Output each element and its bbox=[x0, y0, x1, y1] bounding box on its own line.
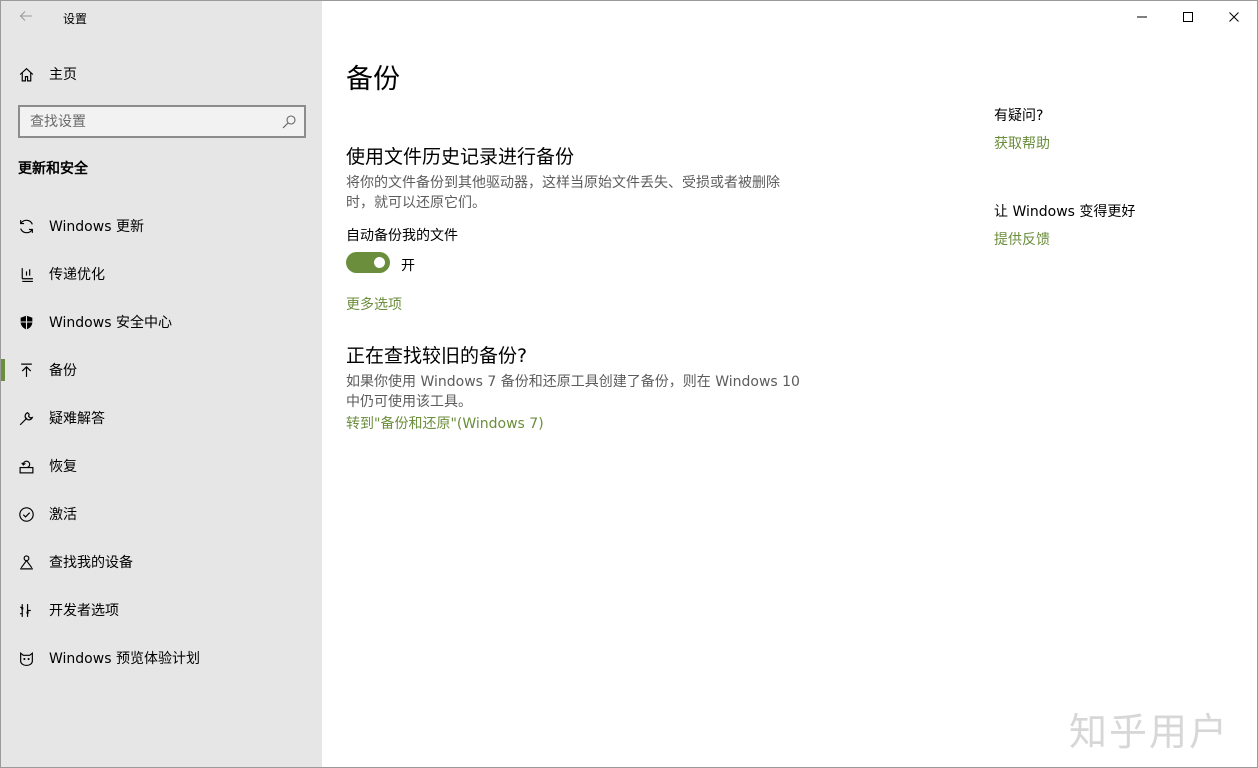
sidebar-item-label: Windows 更新 bbox=[49, 219, 144, 235]
sidebar-item-find-my-device[interactable]: 查找我的设备 bbox=[1, 541, 322, 583]
sidebar-item-activation[interactable]: 激活 bbox=[1, 493, 322, 535]
more-options-link[interactable]: 更多选项 bbox=[346, 294, 402, 314]
find-device-icon bbox=[1, 554, 49, 571]
sidebar-item-label: 传递优化 bbox=[49, 267, 105, 283]
file-history-description: 将你的文件备份到其他驱动器，这样当原始文件丢失、受损或者被删除时，就可以还原它们… bbox=[346, 175, 780, 211]
file-history-heading: 使用文件历史记录进行备份 bbox=[346, 146, 575, 168]
section-heading: 更新和安全 bbox=[18, 161, 88, 177]
older-backup-heading: 正在查找较旧的备份? bbox=[346, 345, 528, 367]
sidebar-item-label: 查找我的设备 bbox=[49, 555, 133, 571]
auto-backup-label: 自动备份我的文件 bbox=[346, 228, 458, 244]
auto-backup-toggle[interactable] bbox=[346, 252, 390, 273]
page-title: 备份 bbox=[346, 64, 400, 95]
give-feedback-link[interactable]: 提供反馈 bbox=[994, 229, 1050, 249]
back-arrow-icon bbox=[19, 11, 32, 21]
get-help-link[interactable]: 获取帮助 bbox=[994, 133, 1050, 153]
maximize-icon bbox=[1183, 12, 1193, 22]
title-bar: 设置 bbox=[1, 1, 322, 35]
close-icon bbox=[1229, 12, 1239, 22]
search-icon[interactable] bbox=[281, 114, 297, 130]
sidebar-item-label: Windows 安全中心 bbox=[49, 315, 172, 331]
sidebar-item-label: Windows 预览体验计划 bbox=[49, 651, 200, 667]
improve-windows-title: 让 Windows 变得更好 bbox=[994, 204, 1136, 220]
sidebar-item-home[interactable]: 主页 bbox=[1, 53, 322, 95]
sidebar-item-label: 主页 bbox=[49, 67, 77, 83]
sidebar-item-label: 恢复 bbox=[49, 459, 77, 475]
settings-window: 设置 主页 更新和安全 Windows 更新 传递优化 bbox=[0, 0, 1258, 768]
minimize-button[interactable] bbox=[1119, 1, 1165, 33]
sidebar-item-windows-security[interactable]: Windows 安全中心 bbox=[1, 301, 322, 343]
sidebar-item-developer-options[interactable]: 开发者选项 bbox=[1, 589, 322, 631]
sidebar-item-troubleshoot[interactable]: 疑难解答 bbox=[1, 397, 322, 439]
insider-cat-icon bbox=[1, 650, 49, 667]
wrench-icon bbox=[1, 410, 49, 427]
sidebar-item-label: 开发者选项 bbox=[49, 603, 119, 619]
minimize-icon bbox=[1137, 16, 1147, 18]
sidebar-item-label: 疑难解答 bbox=[49, 411, 105, 427]
sidebar-item-label: 备份 bbox=[49, 363, 77, 379]
sync-icon bbox=[1, 218, 49, 235]
recovery-icon bbox=[1, 458, 49, 475]
check-circle-icon bbox=[1, 506, 49, 523]
maximize-button[interactable] bbox=[1165, 1, 1211, 33]
sidebar-item-backup[interactable]: 备份 bbox=[1, 349, 322, 391]
search-field[interactable] bbox=[18, 105, 306, 138]
sidebar-item-label: 激活 bbox=[49, 507, 77, 523]
developer-icon bbox=[1, 602, 49, 619]
shield-icon bbox=[1, 314, 49, 331]
sidebar-item-windows-update[interactable]: Windows 更新 bbox=[1, 205, 322, 247]
backup-arrow-icon bbox=[1, 362, 49, 379]
sidebar-item-delivery-optimization[interactable]: 传递优化 bbox=[1, 253, 322, 295]
toggle-state-label: 开 bbox=[401, 258, 415, 274]
toggle-knob bbox=[374, 257, 385, 268]
sidebar-item-windows-insider[interactable]: Windows 预览体验计划 bbox=[1, 637, 322, 679]
sidebar: 设置 主页 更新和安全 Windows 更新 传递优化 bbox=[1, 1, 322, 767]
app-title: 设置 bbox=[63, 12, 88, 26]
backup-restore-win7-link[interactable]: 转到"备份和还原"(Windows 7) bbox=[346, 413, 544, 433]
close-button[interactable] bbox=[1211, 1, 1257, 33]
delivery-icon bbox=[1, 266, 49, 283]
watermark: 知乎用户 bbox=[1069, 710, 1230, 754]
search-input[interactable] bbox=[20, 113, 270, 130]
question-title: 有疑问? bbox=[994, 108, 1044, 124]
back-button[interactable] bbox=[13, 7, 39, 29]
sidebar-item-recovery[interactable]: 恢复 bbox=[1, 445, 322, 487]
older-backup-description: 如果你使用 Windows 7 备份和还原工具创建了备份，则在 Windows … bbox=[346, 374, 800, 410]
home-icon bbox=[1, 66, 49, 83]
